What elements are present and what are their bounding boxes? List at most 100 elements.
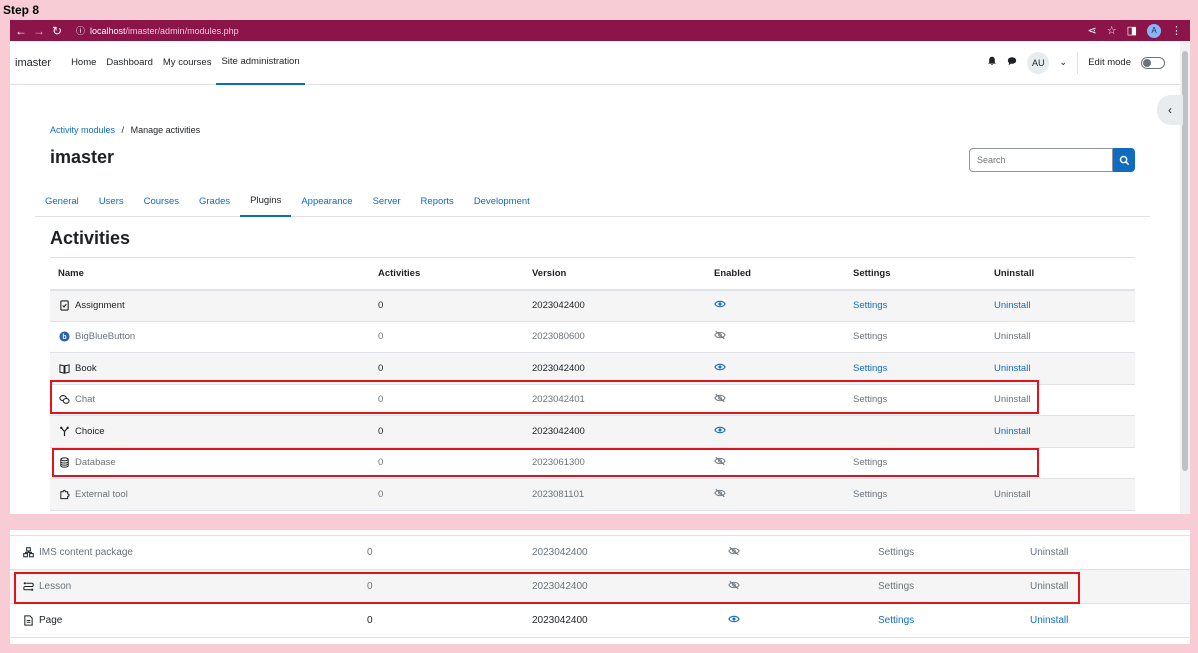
settings-link[interactable]: Settings [853,489,887,500]
profile-avatar[interactable]: A [1147,23,1161,38]
cell-settings: Settings [845,321,986,353]
breadcrumb-activity-modules[interactable]: Activity modules [50,125,115,135]
enabled-eye-icon[interactable] [714,424,726,436]
bookmark-star-icon[interactable]: ☆ [1107,24,1117,37]
page-icon [22,615,34,627]
cell-uninstall: Uninstall [986,321,1135,353]
activities-table: Name Activities Version Enabled Settings… [50,257,1135,511]
url-path: /imaster/admin/modules.php [125,25,239,36]
uninstall-link[interactable]: Uninstall [994,489,1030,500]
settings-link[interactable]: Settings [853,363,887,374]
uninstall-link[interactable]: Uninstall [994,426,1030,437]
cell-version: 2023081101 [524,478,706,511]
disabled-eye-slash-icon[interactable] [714,329,726,341]
disabled-eye-slash-icon[interactable] [714,392,726,404]
site-brand[interactable]: imaster [15,57,51,69]
module-name: Lesson [39,581,72,592]
header-settings: Settings [845,257,986,291]
enabled-eye-icon[interactable] [714,361,726,373]
disabled-eye-slash-icon[interactable] [728,545,740,557]
uninstall-link[interactable]: Uninstall [1030,547,1068,558]
cell-activities: 0 [370,384,524,416]
cell-enabled [706,478,845,511]
settings-link[interactable]: Settings [878,581,914,592]
search-input[interactable] [969,148,1113,172]
side-panel-icon[interactable]: ◨ [1127,24,1137,37]
cell-uninstall: Uninstall [1018,535,1190,570]
nav-my-courses[interactable]: My courses [158,41,217,85]
tab-server[interactable]: Server [363,185,411,217]
site-info-icon[interactable]: ⓘ [76,24,85,37]
settings-link[interactable]: Settings [853,394,887,405]
cell-name: Lesson [10,569,355,604]
notifications-bell-icon[interactable] [987,56,997,69]
disabled-eye-slash-icon[interactable] [728,579,740,591]
share-icon[interactable]: ⋖ [1088,24,1097,37]
nav-dashboard[interactable]: Dashboard [101,41,157,85]
cell-activities: 0 [370,289,524,322]
tab-courses[interactable]: Courses [134,185,189,217]
reload-icon[interactable]: ↻ [50,24,64,38]
nav-home[interactable]: Home [66,41,101,85]
activities-table-continued: IMS content package 0 2023042400 Settings Un… [10,535,1190,638]
cell-name: Book [50,352,370,385]
breadcrumb-separator: / [121,125,125,135]
nav-site-administration[interactable]: Site administration [216,41,305,85]
cell-activities: 0 [370,415,524,448]
tab-development[interactable]: Development [464,185,540,217]
tab-users[interactable]: Users [89,185,134,217]
address-bar[interactable]: ⓘ localhost/imaster/admin/modules.php [76,24,239,37]
settings-link[interactable]: Settings [853,457,887,468]
settings-link[interactable]: Settings [878,615,914,626]
enabled-eye-icon[interactable] [714,298,726,310]
cell-settings: Settings [845,352,986,385]
settings-link[interactable]: Settings [853,331,887,342]
cell-name: Choice [50,415,370,448]
tab-plugins[interactable]: Plugins [240,185,292,217]
cell-activities: 0 [370,321,524,353]
cell-uninstall: Uninstall [1018,603,1190,638]
user-menu-chevron-icon[interactable]: ⌄ [1059,57,1067,68]
section-title: Activities [50,228,131,248]
uninstall-link[interactable]: Uninstall [994,363,1030,374]
enabled-eye-icon[interactable] [728,613,740,625]
choice-icon [58,425,70,437]
cell-activities: 0 [370,352,524,385]
messages-icon[interactable] [1007,56,1017,69]
uninstall-link[interactable]: Uninstall [994,331,1030,342]
user-avatar[interactable]: AU [1027,51,1050,74]
cell-settings: Settings [845,289,986,322]
search-button[interactable] [1113,148,1135,172]
cell-settings: Settings [866,603,1018,638]
uninstall-link[interactable]: Uninstall [1030,615,1068,626]
open-drawer-chevron-icon[interactable]: ‹ [1157,95,1183,125]
page-title: imaster [50,147,115,167]
uninstall-link[interactable]: Uninstall [994,394,1030,405]
navbar-divider [1077,51,1079,74]
cell-version: 2023042400 [520,569,716,604]
tab-grades[interactable]: Grades [189,185,240,217]
cell-enabled [706,321,845,353]
browser-window-scrolled: IMS content package 0 2023042400 Settings Un… [10,530,1190,644]
ims-package-icon [22,547,34,559]
disabled-eye-slash-icon[interactable] [714,455,726,467]
svg-text:b: b [62,334,66,341]
settings-link[interactable]: Settings [853,300,887,311]
eye-icon [728,615,740,623]
admin-tabs: General Users Courses Grades Plugins App… [35,185,1150,217]
forward-icon[interactable]: → [32,24,46,38]
header-name[interactable]: Name [50,257,370,291]
disabled-eye-slash-icon[interactable] [714,487,726,499]
tab-appearance[interactable]: Appearance [291,185,362,217]
settings-link[interactable]: Settings [878,547,914,558]
back-icon[interactable]: ← [14,24,28,38]
tab-general[interactable]: General [35,185,89,217]
browser-menu-icon[interactable]: ⋮ [1171,24,1182,37]
table-row-assignment: Assignment 0 2023042400 Settings Uninstall [50,289,1135,322]
table-row-lesson: Lesson 0 2023042400 Settings Uninstall [10,569,1190,604]
search-icon [1119,155,1129,165]
tab-reports[interactable]: Reports [411,185,464,217]
uninstall-link[interactable]: Uninstall [994,300,1030,311]
uninstall-link[interactable]: Uninstall [1030,581,1068,592]
edit-mode-toggle[interactable] [1141,56,1165,69]
